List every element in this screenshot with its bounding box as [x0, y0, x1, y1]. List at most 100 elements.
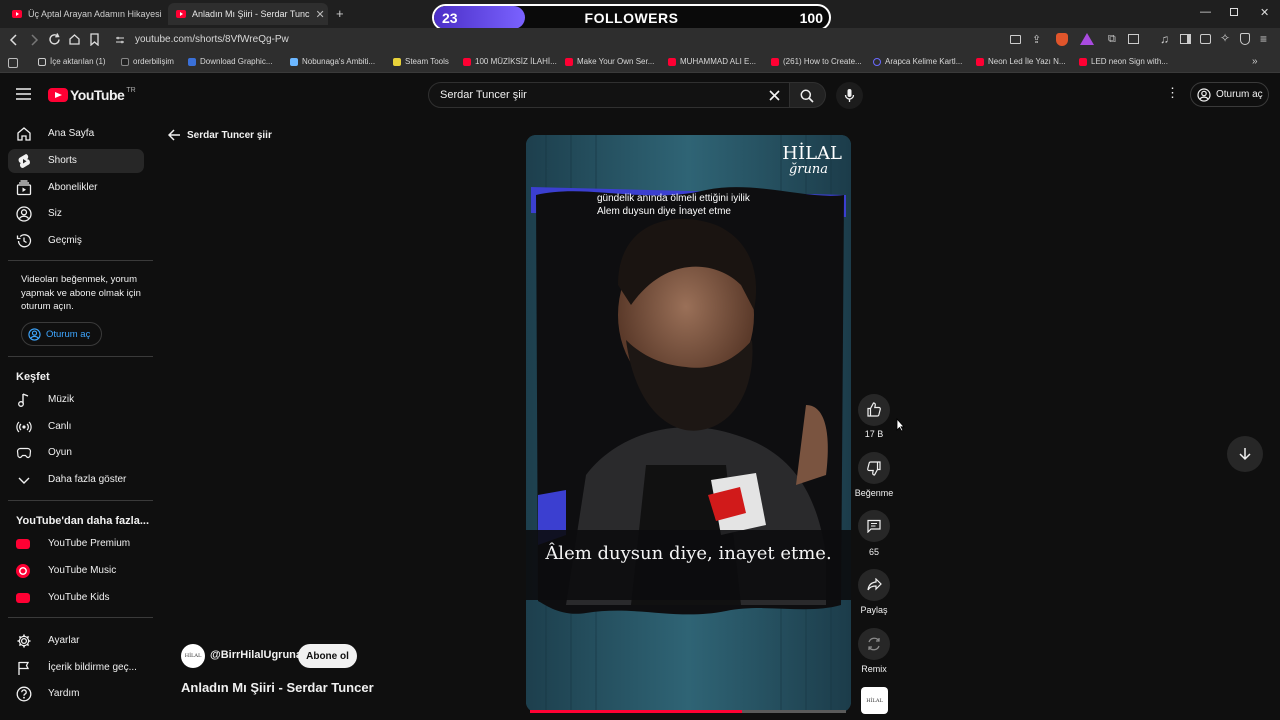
next-short-button[interactable]	[1227, 436, 1263, 472]
hamburger-menu-icon[interactable]	[16, 88, 31, 100]
bookmark-item[interactable]: Download Graphic...	[188, 57, 272, 66]
region-code: TR	[126, 86, 136, 94]
bookmark-item[interactable]: (261) How to Create...	[771, 57, 862, 66]
arrow-down-icon	[1239, 448, 1251, 461]
followers-goal: 100	[799, 10, 823, 26]
comment-count: 65	[868, 547, 879, 557]
channel-avatar[interactable]: HİLAL	[181, 644, 205, 668]
voice-search-button[interactable]	[836, 82, 863, 109]
flag-icon	[18, 661, 30, 675]
comments-button[interactable]	[858, 510, 890, 542]
menu-icon[interactable]: ≡	[1260, 32, 1267, 46]
remix-button[interactable]	[858, 628, 890, 660]
short-video-player[interactable]: HİLAL ğruna gündelik anında ölmeli ettiğ…	[526, 135, 851, 712]
home-icon[interactable]	[68, 33, 81, 46]
channel-avatar-logo: HİLAL	[184, 653, 202, 659]
close-window-icon[interactable]: ✕	[1260, 6, 1269, 19]
close-tab-icon[interactable]: ✕	[310, 8, 325, 21]
sidebar-item-help[interactable]: Yardım	[8, 682, 144, 706]
bookmark-item[interactable]: Neon Led İle Yazı N...	[976, 57, 1066, 66]
cast-icon[interactable]	[1010, 35, 1021, 44]
more-bookmarks-icon[interactable]: »	[1252, 56, 1258, 67]
brave-shield-icon[interactable]	[1056, 33, 1068, 46]
bookmark-icon[interactable]	[89, 33, 100, 46]
sign-in-label: Oturum aç	[1216, 89, 1263, 100]
sidebar-item-youtube-kids[interactable]: YouTube Kids	[8, 586, 144, 610]
video-progress-bar[interactable]	[530, 710, 846, 713]
watermark-line1: HİLAL	[782, 143, 842, 164]
dislike-button[interactable]	[858, 452, 890, 484]
bookmark-item[interactable]: LED neon Sign with...	[1079, 57, 1168, 66]
sidebar-item-subscriptions[interactable]: Abonelikler	[8, 176, 144, 200]
sound-thumbnail-logo: HİLAL	[866, 697, 883, 704]
more-options-icon[interactable]: ⋮	[1166, 86, 1179, 99]
bookmark-item[interactable]: Arapca Kelime Kartl...	[873, 57, 962, 66]
sound-thumbnail[interactable]: HİLAL	[861, 687, 888, 714]
extensions-icon[interactable]: ⧉	[1108, 33, 1116, 46]
vpn-icon[interactable]	[1240, 33, 1250, 45]
share-page-icon[interactable]: ⇪	[1032, 33, 1041, 46]
browser-tab-active[interactable]: Anladın Mı Şiiri - Serdar Tunc ✕	[168, 3, 328, 25]
browser-tab-bar: Üç Aptal Arayan Adamın Hikayesi - B Anla…	[0, 0, 1280, 31]
bookmark-item[interactable]: orderbilişim	[121, 57, 174, 66]
clear-search-icon[interactable]	[769, 90, 780, 101]
tab-search-icon[interactable]	[1128, 34, 1139, 44]
reload-icon[interactable]	[48, 33, 61, 46]
sidebar-item-youtube-music[interactable]: YouTube Music	[8, 559, 144, 583]
sidebar-item-youtube-premium[interactable]: YouTube Premium	[8, 532, 144, 556]
youtube-music-icon	[16, 564, 30, 578]
restore-icon[interactable]	[1230, 8, 1238, 16]
sidebar-item-music[interactable]: Müzik	[8, 388, 144, 412]
sidebar-show-more[interactable]: Daha fazla göster	[8, 468, 144, 492]
sidebar-item-live[interactable]: Canlı	[8, 415, 144, 439]
bookmarks-bar: İçe aktarılan (1) orderbilişim Download …	[0, 53, 1280, 73]
bookmark-item[interactable]: 100 MÜZİKSİZ İLAHİ...	[463, 57, 557, 66]
youtube-logo[interactable]: YouTube TR	[48, 87, 136, 103]
sidebar-item-settings[interactable]: Ayarlar	[8, 629, 144, 653]
sidebar-item-you[interactable]: Siz	[8, 202, 144, 226]
music-icon	[18, 393, 29, 407]
search-input[interactable]: Serdar Tuncer şiir	[428, 82, 790, 108]
minimize-icon[interactable]: —	[1200, 6, 1211, 18]
wallet-icon[interactable]	[1200, 34, 1211, 44]
back-to-search-link[interactable]: Serdar Tuncer şiir	[168, 129, 272, 141]
sidebar-sign-in-button[interactable]: Oturum aç	[21, 322, 102, 346]
back-icon[interactable]	[8, 34, 20, 46]
brave-rewards-icon[interactable]	[1080, 33, 1094, 45]
new-tab-icon[interactable]: +	[336, 6, 344, 21]
bookmark-item[interactable]: İçe aktarılan (1)	[38, 57, 106, 66]
search-button[interactable]	[790, 82, 826, 108]
share-button[interactable]	[858, 569, 890, 601]
bookmark-item[interactable]: Nobunaga's Ambiti...	[290, 57, 375, 66]
music-queue-icon[interactable]: ♫	[1160, 32, 1169, 46]
apps-grid-icon[interactable]	[8, 58, 18, 68]
url-field[interactable]: youtube.com/shorts/8VfWreQg-Pw	[135, 34, 289, 45]
subscribe-button[interactable]: Abone ol	[298, 644, 357, 668]
video-title: Anladın Mı Şiiri - Serdar Tuncer	[181, 680, 374, 695]
gaming-icon	[16, 447, 32, 459]
channel-handle[interactable]: @BirrHilalUgruna	[210, 649, 302, 661]
search-icon	[800, 89, 814, 103]
sidebar-toggle-icon[interactable]	[1180, 34, 1191, 44]
home-icon	[17, 127, 31, 141]
bookmark-item[interactable]: Steam Tools	[393, 57, 449, 66]
video-frame	[526, 135, 851, 712]
youtube-favicon-icon	[771, 57, 779, 66]
sidebar-item-home[interactable]: Ana Sayfa	[8, 122, 144, 146]
dislike-label: Beğenme	[854, 488, 894, 498]
forward-icon[interactable]	[28, 34, 40, 46]
browser-tab[interactable]: Üç Aptal Arayan Adamın Hikayesi - B	[4, 3, 162, 25]
folder-icon	[38, 57, 46, 66]
like-button[interactable]	[858, 394, 890, 426]
leo-ai-icon[interactable]: ✧	[1220, 31, 1230, 45]
sidebar-item-gaming[interactable]: Oyun	[8, 441, 144, 465]
site-info-icon[interactable]	[115, 35, 125, 45]
sidebar-item-report-history[interactable]: İçerik bildirme geç...	[8, 656, 144, 680]
youtube-favicon-icon	[565, 57, 573, 66]
sidebar-item-history[interactable]: Geçmiş	[8, 229, 144, 253]
sidebar-item-shorts[interactable]: Shorts	[8, 149, 144, 173]
bookmark-item[interactable]: MUHAMMAD ALI E...	[668, 57, 756, 66]
bookmark-item[interactable]: Make Your Own Ser...	[565, 57, 654, 66]
site-favicon-icon	[121, 57, 129, 66]
sign-in-button[interactable]: Oturum aç	[1190, 82, 1269, 107]
